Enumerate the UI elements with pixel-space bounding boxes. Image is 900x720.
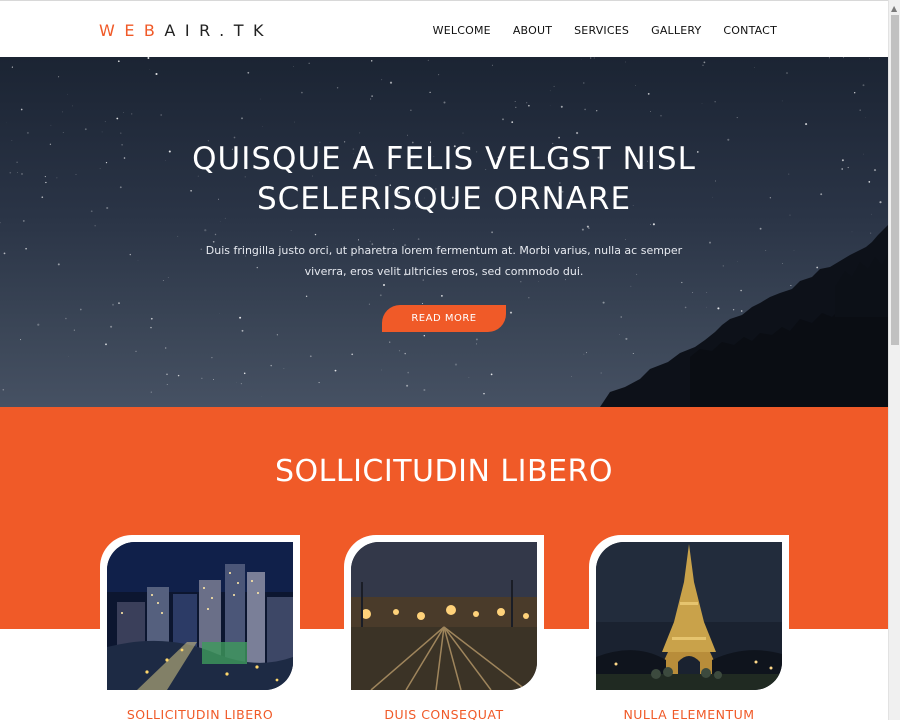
hero-description: Duis fringilla justo orci, ut pharetra l…	[200, 240, 688, 282]
card-label-1[interactable]: SOLLICITUDIN LIBERO	[100, 707, 300, 720]
rail-yard-image	[351, 542, 537, 690]
eiffel-tower-image	[596, 542, 782, 690]
card-label-2[interactable]: DUIS CONSEQUAT	[344, 707, 544, 720]
hero-title-line2: SCELERISQUE ORNARE	[256, 181, 632, 217]
card-label-3[interactable]: NULLA ELEMENTUM	[589, 707, 789, 720]
hero-text-line1: Duis fringilla justo orci, ut pharetra l…	[205, 244, 683, 257]
nav-contact[interactable]: CONTACT	[723, 24, 777, 37]
nav-services[interactable]: SERVICES	[574, 24, 629, 37]
service-card-2[interactable]	[344, 535, 544, 695]
scrollbar-thumb[interactable]	[891, 15, 899, 345]
read-more-button[interactable]: READ MORE	[382, 305, 506, 332]
scroll-up-arrow-icon[interactable]: ▲	[891, 4, 897, 13]
vertical-scrollbar[interactable]: ▲	[888, 0, 900, 720]
site-header: WEBAIR.TK WELCOME ABOUT SERVICES GALLERY…	[0, 0, 888, 57]
service-card-3[interactable]	[589, 535, 789, 695]
logo-part-air: AIR	[164, 21, 220, 40]
service-card-1[interactable]	[100, 535, 300, 695]
hero-banner: QUISQUE A FELIS VELGST NISL SCELERISQUE …	[0, 57, 888, 407]
nav-about[interactable]: ABOUT	[513, 24, 552, 37]
nav-gallery[interactable]: GALLERY	[651, 24, 701, 37]
services-title: SOLLICITUDIN LIBERO	[275, 454, 613, 489]
hero-text-line2: viverra, eros velit ultricies eros, sed …	[304, 265, 584, 278]
nav-welcome[interactable]: WELCOME	[433, 24, 491, 37]
logo-part-tk: .TK	[219, 21, 273, 40]
night-sky-background	[0, 57, 888, 407]
site-logo[interactable]: WEBAIR.TK	[99, 21, 273, 40]
city-night-image	[107, 542, 293, 690]
logo-part-web: WEB	[99, 21, 165, 40]
main-nav: WELCOME ABOUT SERVICES GALLERY CONTACT	[433, 24, 777, 37]
hero-title: QUISQUE A FELIS VELGST NISL SCELERISQUE …	[0, 139, 888, 219]
hero-title-line1: QUISQUE A FELIS VELGST NISL	[192, 141, 696, 177]
